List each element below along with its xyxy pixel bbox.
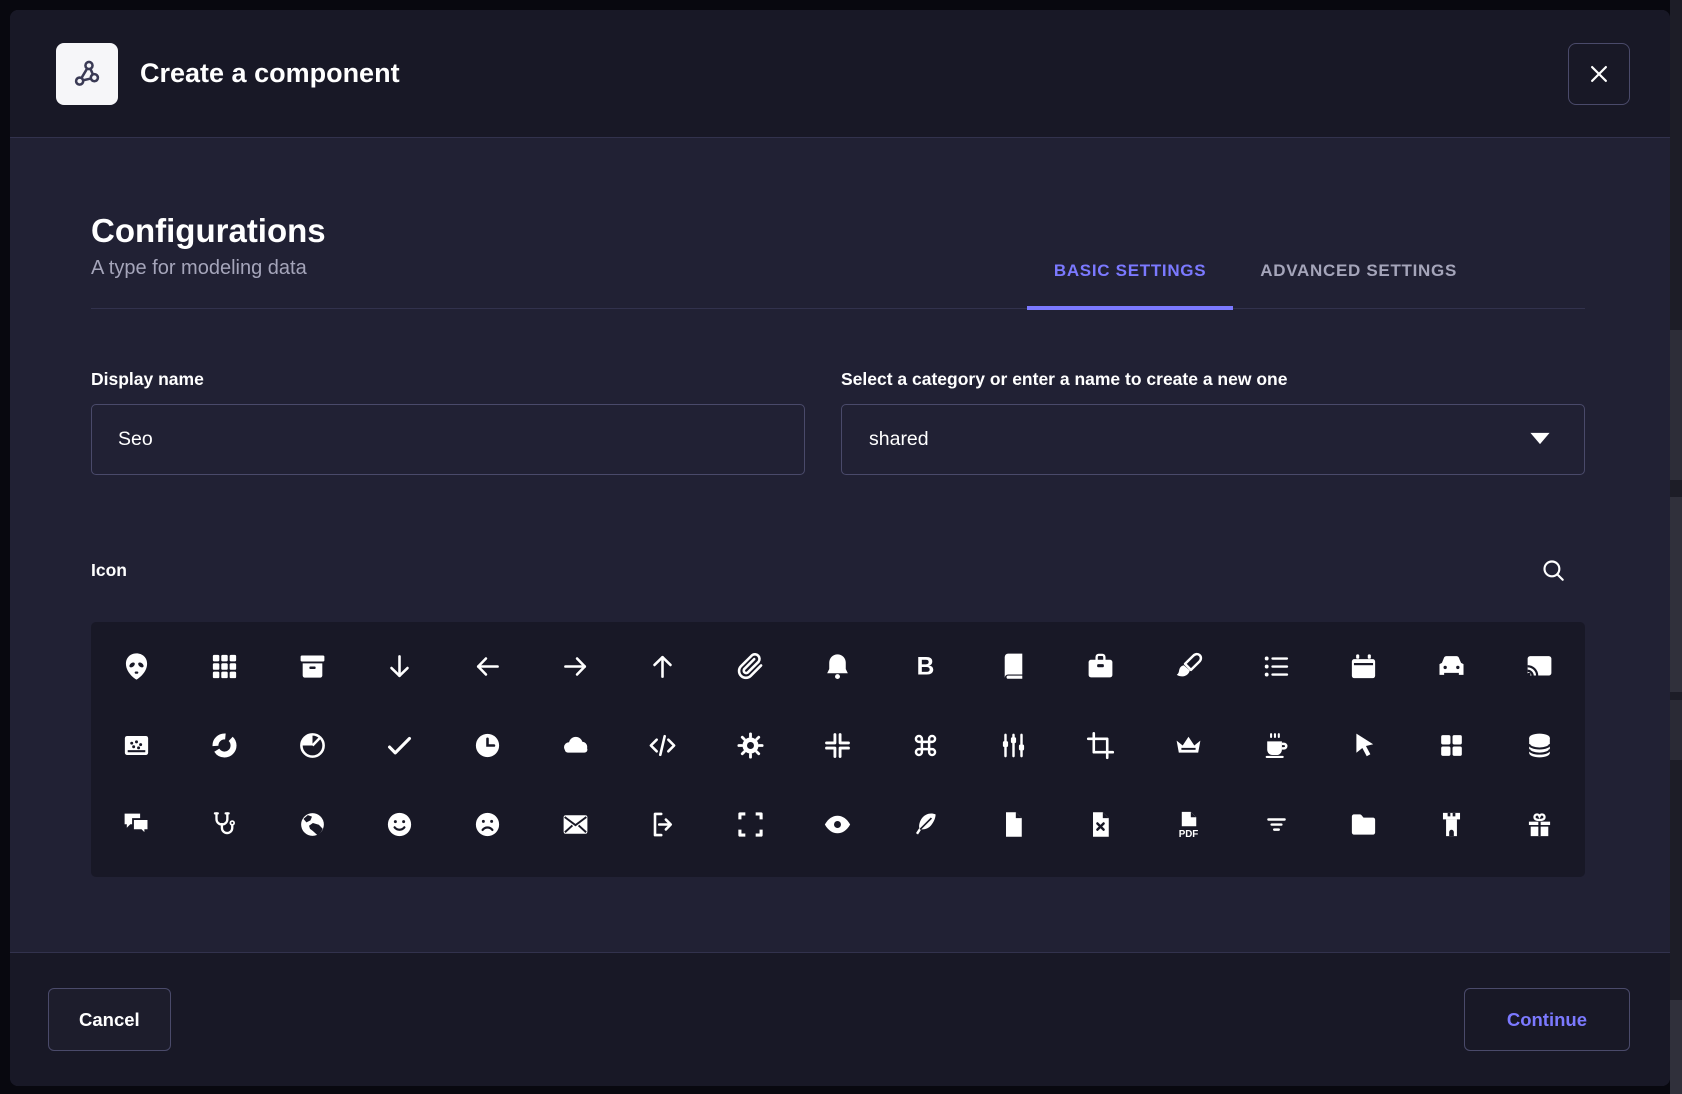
heading-row: Configurations A type for modeling data …	[91, 212, 1585, 309]
icon-option-database-icon[interactable]	[1495, 706, 1583, 785]
icon-option-cast-icon[interactable]	[1495, 627, 1583, 706]
category-select-value: shared	[869, 428, 929, 451]
icon-option-arrow-down-icon[interactable]	[356, 627, 444, 706]
modal-body: Configurations A type for modeling data …	[10, 138, 1670, 952]
display-name-field-group: Display name	[91, 369, 805, 475]
icon-option-calendar-icon[interactable]	[1320, 627, 1408, 706]
icon-option-gift-icon[interactable]	[1495, 785, 1583, 864]
tab-advanced-settings[interactable]: ADVANCED SETTINGS	[1233, 261, 1484, 308]
icon-option-bold-icon[interactable]: B	[882, 627, 970, 706]
icon-option-emotion-unhappy-icon[interactable]	[444, 785, 532, 864]
continue-button[interactable]: Continue	[1464, 988, 1630, 1051]
icon-option-arrow-right-icon[interactable]	[531, 627, 619, 706]
icon-picker-section: Icon B PDF	[91, 557, 1585, 877]
icon-option-briefcase-icon[interactable]	[1057, 627, 1145, 706]
icon-option-connector-icon[interactable]	[969, 706, 1057, 785]
icon-option-feather-icon[interactable]	[882, 785, 970, 864]
icon-option-attachment-icon[interactable]	[707, 627, 795, 706]
component-icon	[56, 43, 118, 105]
icon-option-arrow-left-icon[interactable]	[444, 627, 532, 706]
icon-option-book-icon[interactable]	[969, 627, 1057, 706]
icon-option-chart-circle-icon[interactable]	[181, 706, 269, 785]
icon-option-cog-icon[interactable]	[707, 706, 795, 785]
page-subtitle: A type for modeling data	[91, 257, 326, 280]
icon-option-eye-icon[interactable]	[794, 785, 882, 864]
icon-option-chart-bubble-icon[interactable]	[93, 706, 181, 785]
icon-option-expand-icon[interactable]	[707, 785, 795, 864]
category-field-group: Select a category or enter a name to cre…	[841, 369, 1585, 475]
icon-option-archive-icon[interactable]	[268, 627, 356, 706]
icon-option-car-icon[interactable]	[1408, 627, 1496, 706]
icon-option-file-icon[interactable]	[969, 785, 1057, 864]
icon-option-earth-icon[interactable]	[268, 785, 356, 864]
icon-option-brush-icon[interactable]	[1145, 627, 1233, 706]
icon-option-collapse-icon[interactable]	[794, 706, 882, 785]
icon-option-chart-pie-icon[interactable]	[268, 706, 356, 785]
icon-option-clock-icon[interactable]	[444, 706, 532, 785]
icon-option-arrow-up-icon[interactable]	[619, 627, 707, 706]
icon-option-bullet-list-icon[interactable]	[1232, 627, 1320, 706]
icon-option-exit-icon[interactable]	[619, 785, 707, 864]
modal-footer: Cancel Continue	[10, 952, 1670, 1086]
svg-text:B: B	[917, 653, 935, 680]
icon-option-filter-icon[interactable]	[1232, 785, 1320, 864]
chevron-down-icon	[1526, 430, 1554, 448]
icon-option-file-pdf-icon[interactable]: PDF	[1145, 785, 1233, 864]
icon-option-doctor-icon[interactable]	[181, 785, 269, 864]
icon-option-apps-icon[interactable]	[181, 627, 269, 706]
cancel-button[interactable]: Cancel	[48, 988, 171, 1051]
icon-option-alien-icon[interactable]	[93, 627, 181, 706]
icon-label-row: Icon	[91, 557, 1585, 584]
display-name-label: Display name	[91, 369, 805, 390]
svg-text:PDF: PDF	[1179, 829, 1199, 840]
icon-option-command-icon[interactable]	[882, 706, 970, 785]
heading-text: Configurations A type for modeling data	[91, 212, 326, 308]
icon-option-folder-icon[interactable]	[1320, 785, 1408, 864]
icon-search-button[interactable]	[1540, 557, 1567, 584]
icon-option-bell-icon[interactable]	[794, 627, 882, 706]
modal-title: Create a component	[140, 58, 400, 89]
display-name-input[interactable]	[91, 404, 805, 475]
close-button[interactable]	[1568, 43, 1630, 105]
modal-header: Create a component	[10, 10, 1670, 138]
close-icon	[1584, 59, 1614, 89]
icon-option-dashboard-icon[interactable]	[1408, 706, 1496, 785]
icon-option-cup-icon[interactable]	[1232, 706, 1320, 785]
icon-option-envelop-icon[interactable]	[531, 785, 619, 864]
page-title: Configurations	[91, 212, 326, 250]
create-component-modal: Create a component Configurations A type…	[10, 10, 1670, 1086]
icon-option-emotion-happy-icon[interactable]	[356, 785, 444, 864]
icon-option-file-error-icon[interactable]	[1057, 785, 1145, 864]
tabs: BASIC SETTINGS ADVANCED SETTINGS	[1027, 261, 1484, 308]
icon-option-crown-icon[interactable]	[1145, 706, 1233, 785]
icon-option-discuss-icon[interactable]	[93, 785, 181, 864]
icon-option-code-icon[interactable]	[619, 706, 707, 785]
form-row: Display name Select a category or enter …	[91, 369, 1585, 475]
icon-option-cloud-icon[interactable]	[531, 706, 619, 785]
icon-option-gate-icon[interactable]	[1408, 785, 1496, 864]
icon-option-cursor-icon[interactable]	[1320, 706, 1408, 785]
tab-basic-settings[interactable]: BASIC SETTINGS	[1027, 261, 1233, 308]
category-label: Select a category or enter a name to cre…	[841, 369, 1585, 390]
category-select[interactable]: shared	[841, 404, 1585, 475]
icon-grid: B PDF	[91, 622, 1585, 877]
background-page-strip	[1670, 0, 1682, 1094]
icon-picker-label: Icon	[91, 560, 127, 581]
icon-option-crop-icon[interactable]	[1057, 706, 1145, 785]
search-icon	[1540, 557, 1567, 584]
icon-option-check-icon[interactable]	[356, 706, 444, 785]
